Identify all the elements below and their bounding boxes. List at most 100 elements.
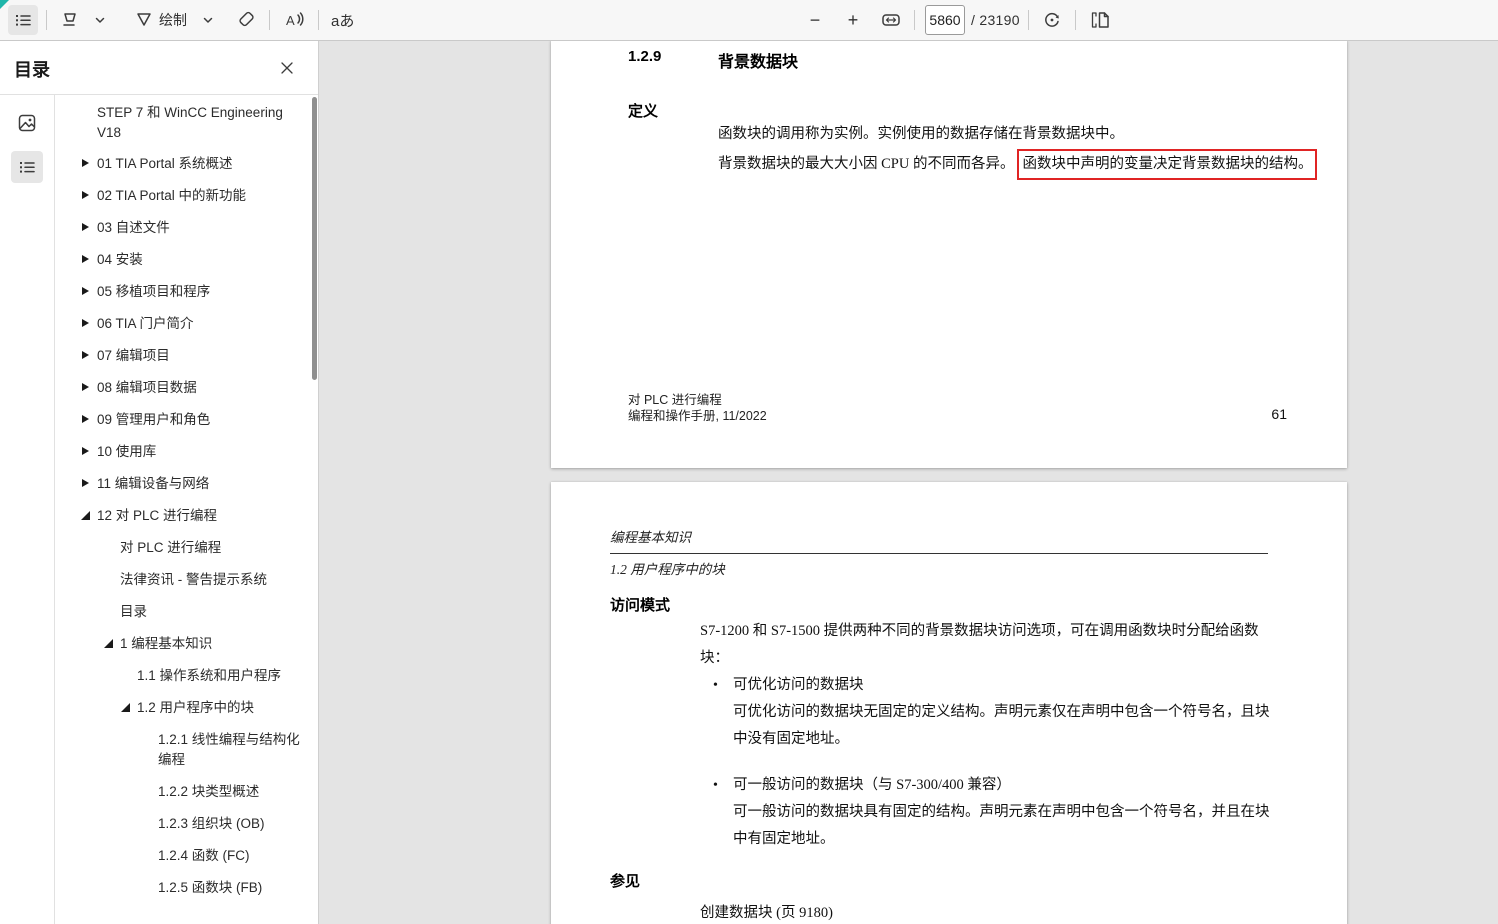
fit-width-button[interactable]: [876, 5, 906, 35]
toc-item[interactable]: 11 编辑设备与网络: [56, 474, 310, 494]
toc-item[interactable]: 06 TIA 门户简介: [56, 314, 310, 334]
paragraph: 函数块的调用称为实例。实例使用的数据存储在背景数据块中。: [718, 121, 1298, 148]
toc-item[interactable]: 03 自述文件: [56, 218, 310, 238]
draw-pen-icon: [133, 9, 155, 31]
toc-item[interactable]: 10 使用库: [56, 442, 310, 462]
plus-icon: +: [848, 11, 859, 29]
toc-item[interactable]: 12 对 PLC 进行编程: [56, 506, 310, 526]
expand-arrow-icon[interactable]: [80, 410, 97, 430]
rotate-button[interactable]: [1037, 5, 1067, 35]
sidebar-close-button[interactable]: [272, 53, 302, 83]
zoom-in-button[interactable]: +: [838, 5, 868, 35]
rotate-icon: [1041, 9, 1063, 31]
document-canvas[interactable]: 1.2.9 背景数据块 定义 函数块的调用称为实例。实例使用的数据存储在背景数据…: [320, 41, 1498, 924]
toc-item[interactable]: 1.2.3 组织块 (OB): [56, 814, 310, 834]
toc-item[interactable]: 08 编辑项目数据: [56, 378, 310, 398]
toc-tree: STEP 7 和 WinCC Engineering V18 01 TIA Po…: [56, 95, 310, 924]
page-view-icon: [1088, 9, 1112, 31]
erase-button[interactable]: [231, 5, 261, 35]
arrow-spacer: [103, 602, 120, 622]
sidebar-rail: [0, 95, 55, 924]
page-number-input[interactable]: [925, 5, 965, 35]
bullet-body: 可一般访问的数据块具有固定的结构。声明元素在声明中包含一个符号名，并且在块中有固…: [733, 804, 1270, 847]
toc-panel-toggle-button[interactable]: [8, 5, 38, 35]
sidebar-scrollbar-thumb[interactable]: [312, 97, 317, 380]
toc-document-title[interactable]: STEP 7 和 WinCC Engineering V18: [56, 103, 310, 143]
draw-label: 绘制: [159, 10, 187, 30]
arrow-spacer: [141, 846, 158, 866]
arrow-spacer: [141, 814, 158, 834]
toc-item[interactable]: 1 编程基本知识: [56, 634, 310, 654]
see-also-link[interactable]: 创建数据块 (页 9180): [700, 900, 833, 924]
draw-options-button[interactable]: [193, 5, 223, 35]
bullet-title: 可优化访问的数据块: [733, 677, 864, 693]
header-rule: [610, 553, 1268, 554]
bullet-list: • 可优化访问的数据块 可优化访问的数据块无固定的定义结构。声明元素仅在声明中包…: [713, 672, 1273, 872]
toc-item[interactable]: 1.2.1 线性编程与结构化编程: [56, 730, 310, 770]
expand-arrow-icon[interactable]: [80, 218, 97, 238]
toolbar-divider: [1028, 10, 1029, 30]
toc-item[interactable]: 法律资讯 - 警告提示系统: [56, 570, 310, 590]
eraser-icon: [235, 9, 257, 31]
sidebar-title: 目录: [14, 56, 50, 82]
toc-item[interactable]: 1.2 用户程序中的块: [56, 698, 310, 718]
collapse-arrow-icon[interactable]: [80, 506, 97, 526]
draw-button[interactable]: 绘制: [129, 5, 193, 35]
toc-list-icon: [17, 157, 37, 177]
expand-arrow-icon[interactable]: [80, 346, 97, 366]
access-mode-heading: 访问模式: [610, 594, 670, 615]
window-corner-accent: [0, 0, 9, 9]
toc-item[interactable]: 1.2.5 函数块 (FB): [56, 878, 310, 898]
intro-paragraph: S7-1200 和 S7-1500 提供两种不同的背景数据块访问选项，可在调用函…: [700, 618, 1277, 672]
arrow-spacer: [103, 538, 120, 558]
expand-arrow-icon[interactable]: [80, 186, 97, 206]
toc-item[interactable]: 目录: [56, 602, 310, 622]
toolbar-divider: [318, 10, 319, 30]
bullet-title: 可一般访问的数据块（与 S7-300/400 兼容）: [733, 777, 1011, 793]
text-size-button[interactable]: aあ: [327, 5, 358, 35]
page-view-button[interactable]: [1084, 5, 1116, 35]
close-icon: [280, 61, 294, 75]
toc-item[interactable]: 04 安装: [56, 250, 310, 270]
pdf-page-62: 编程基本知识 1.2 用户程序中的块 访问模式 S7-1200 和 S7-150…: [551, 482, 1347, 924]
thumbnails-tab-button[interactable]: [11, 107, 43, 139]
collapse-arrow-icon[interactable]: [103, 634, 120, 654]
read-aloud-button[interactable]: A: [278, 5, 310, 35]
paragraph: 背景数据块的最大大小因 CPU 的不同而各异。函数块中声明的变量决定背景数据块的…: [718, 149, 1318, 180]
toc-tab-button[interactable]: [11, 151, 43, 183]
see-also-heading: 参见: [610, 870, 640, 891]
toolbar-divider: [914, 10, 915, 30]
arrow-spacer: [141, 878, 158, 898]
paragraph-text: 背景数据块的最大大小因 CPU 的不同而各异。: [718, 156, 1014, 172]
expand-arrow-icon[interactable]: [80, 378, 97, 398]
expand-arrow-icon[interactable]: [80, 250, 97, 270]
toc-item[interactable]: 02 TIA Portal 中的新功能: [56, 186, 310, 206]
bullet-item: • 可一般访问的数据块（与 S7-300/400 兼容） 可一般访问的数据块具有…: [713, 772, 1273, 853]
arrow-spacer: [141, 730, 158, 750]
fit-width-icon: [880, 10, 902, 30]
expand-arrow-icon[interactable]: [80, 314, 97, 334]
collapse-arrow-icon[interactable]: [120, 698, 137, 718]
footer-manual-info: 编程和操作手册, 11/2022: [628, 408, 767, 424]
arrow-spacer: [120, 666, 137, 686]
thumbnails-icon: [16, 112, 38, 134]
expand-arrow-icon[interactable]: [80, 474, 97, 494]
definition-heading: 定义: [628, 100, 658, 121]
zoom-out-button[interactable]: −: [800, 5, 830, 35]
toc-item[interactable]: 07 编辑项目: [56, 346, 310, 366]
highlight-button[interactable]: [55, 5, 85, 35]
toc-item[interactable]: 1.1 操作系统和用户程序: [56, 666, 310, 686]
expand-arrow-icon[interactable]: [80, 442, 97, 462]
toc-item[interactable]: 对 PLC 进行编程: [56, 538, 310, 558]
bullet-dot: •: [713, 772, 733, 853]
toc-item[interactable]: 09 管理用户和角色: [56, 410, 310, 430]
toc-item[interactable]: 01 TIA Portal 系统概述: [56, 154, 310, 174]
toc-item[interactable]: 05 移植项目和程序: [56, 282, 310, 302]
running-header: 编程基本知识: [610, 526, 691, 546]
toc-item[interactable]: 1.2.4 函数 (FC): [56, 846, 310, 866]
pdf-page-61: 1.2.9 背景数据块 定义 函数块的调用称为实例。实例使用的数据存储在背景数据…: [551, 41, 1347, 468]
highlight-options-button[interactable]: [85, 5, 115, 35]
expand-arrow-icon[interactable]: [80, 154, 97, 174]
toc-item[interactable]: 1.2.2 块类型概述: [56, 782, 310, 802]
expand-arrow-icon[interactable]: [80, 282, 97, 302]
